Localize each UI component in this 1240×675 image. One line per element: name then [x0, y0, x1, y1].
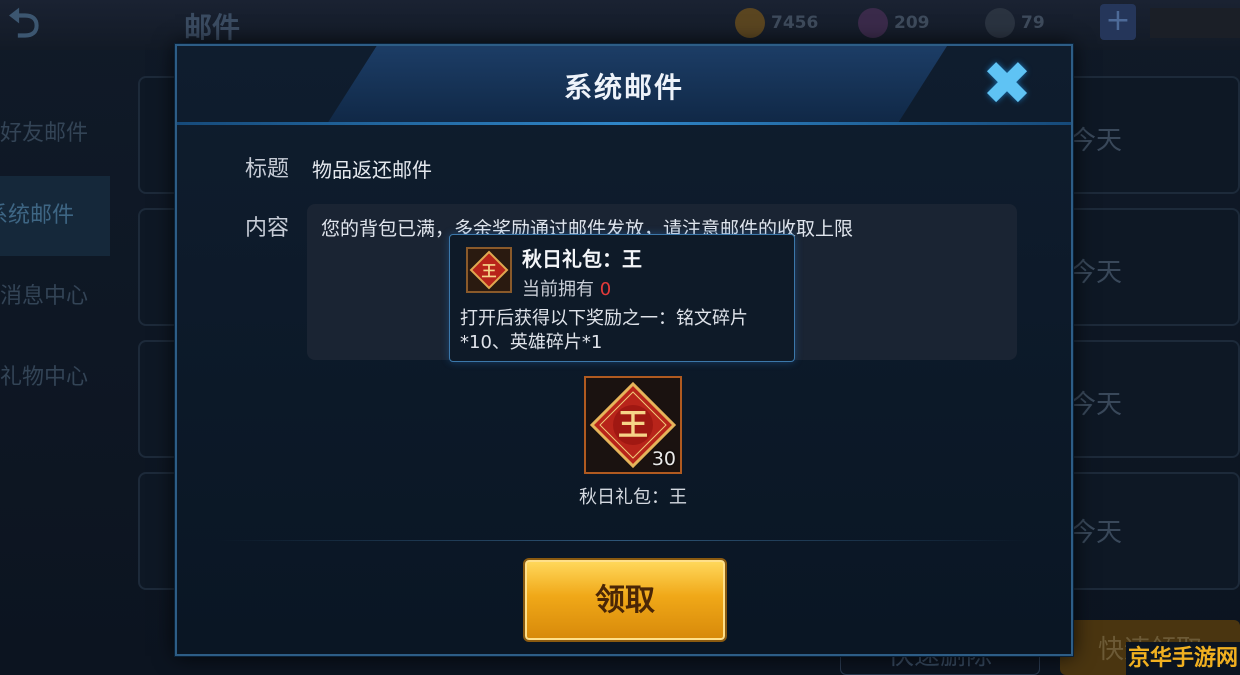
sidebar-item-friend-mail[interactable]: 好友邮件 [0, 94, 110, 174]
content-label: 内容 [245, 216, 290, 241]
close-icon: ✖ [981, 49, 1033, 119]
voucher-icon [985, 8, 1015, 38]
owned-label: 当前拥有 [522, 279, 594, 300]
mail-day-label: 今天 [1070, 518, 1123, 548]
mail-day-label: 今天 [1070, 126, 1123, 156]
subject-value: 物品返还邮件 [312, 158, 432, 182]
recharge-button[interactable]: + [1100, 4, 1136, 40]
gold-coin-icon [735, 8, 765, 38]
mail-day-label: 今天 [1070, 390, 1123, 420]
sidebar-item-system-mail[interactable]: 系统邮件 [0, 176, 110, 256]
claim-button-label: 领取 [595, 583, 655, 618]
tooltip-description: 打开后获得以下奖励之一：铭文碎片*10、英雄碎片*1 [460, 308, 748, 353]
item-count: 30 [651, 448, 676, 470]
page-title: 邮件 [184, 11, 241, 44]
claim-button[interactable]: 领取 [525, 560, 725, 640]
reward-item-slot[interactable]: 王 30 [584, 376, 682, 474]
modal-divider [217, 540, 1031, 541]
sidebar-item-message-center[interactable]: 消息中心 [0, 257, 110, 337]
sidebar-item-gift-center[interactable]: 礼物中心 [0, 338, 110, 418]
back-button[interactable]: ⮌ [8, 4, 88, 44]
owned-count: 0 [599, 279, 612, 300]
voucher-resource: 79 [985, 8, 1045, 38]
close-button[interactable]: ✖ [977, 54, 1037, 114]
item-name: 秋日礼包：王 [579, 487, 687, 508]
gem-value: 209 [894, 13, 930, 33]
gold-value: 7456 [771, 13, 819, 33]
tooltip-owned: 当前拥有 0 [522, 275, 611, 301]
item-tooltip: 王 秋日礼包：王 当前拥有 0 打开后获得以下奖励之一：铭文碎片*10、英雄碎片… [449, 234, 795, 362]
svg-text:王: 王 [481, 262, 496, 280]
modal-header: 系统邮件 ✖ [177, 46, 1071, 126]
gem-resource: 209 [858, 8, 930, 38]
gift-pack-icon: 王 [466, 247, 512, 293]
tooltip-item-name: 秋日礼包：王 [522, 247, 642, 271]
svg-text:王: 王 [618, 408, 648, 443]
top-bar: ⮌ 邮件 7456 209 79 + [0, 0, 1240, 50]
gold-resource: 7456 [735, 8, 818, 38]
subject-label: 标题 [245, 157, 290, 182]
gem-icon [858, 8, 888, 38]
modal-title: 系统邮件 [563, 71, 684, 104]
voucher-value: 79 [1021, 13, 1045, 33]
header-divider [177, 122, 1071, 125]
top-right-panel [1150, 8, 1240, 38]
system-mail-modal: 系统邮件 ✖ 标题 物品返还邮件 内容 您的背包已满，多余奖励通过邮件发放，请注… [175, 44, 1073, 656]
watermark-logo: 京华手游网 [1126, 642, 1240, 675]
mail-day-label: 今天 [1070, 258, 1123, 288]
